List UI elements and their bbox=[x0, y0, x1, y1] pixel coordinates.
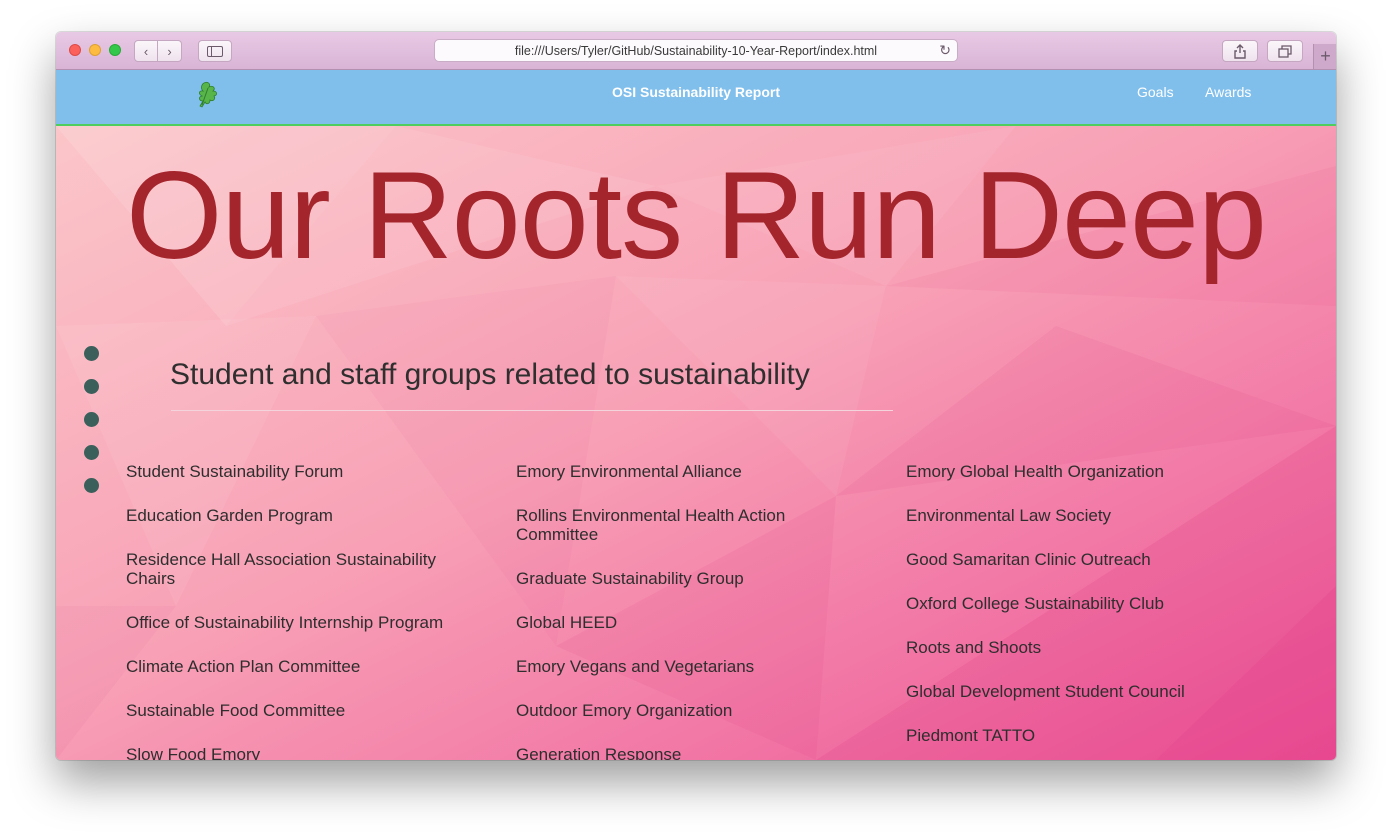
section-dot-3[interactable] bbox=[84, 412, 99, 427]
chevron-right-icon: › bbox=[167, 43, 172, 59]
sidebar-icon bbox=[207, 45, 223, 57]
close-window-button[interactable] bbox=[69, 44, 81, 56]
list-item: Office of Sustainability Internship Prog… bbox=[126, 613, 444, 632]
section-dot-nav bbox=[84, 346, 99, 511]
list-item: Outdoor Emory Organization bbox=[516, 701, 733, 720]
list-item: Good Samaritan Clinic Outreach bbox=[906, 550, 1151, 569]
list-item: Student Sustainability Forum bbox=[126, 462, 344, 481]
browser-window: ‹ › file:///Users/Tyler/GitHub/Sustainab… bbox=[56, 32, 1336, 760]
tabs-overview-icon bbox=[1278, 44, 1292, 58]
nav-link-awards[interactable]: Awards bbox=[1205, 84, 1251, 100]
address-bar[interactable]: file:///Users/Tyler/GitHub/Sustainabilit… bbox=[434, 39, 958, 62]
section-divider bbox=[171, 410, 893, 411]
list-item: Oxford College Sustainability Club bbox=[906, 594, 1164, 613]
list-item: Piedmont TATTO bbox=[906, 726, 1036, 745]
share-icon bbox=[1234, 43, 1246, 59]
section-title: Student and staff groups related to sust… bbox=[170, 358, 810, 391]
section-dot-4[interactable] bbox=[84, 445, 99, 460]
reload-icon[interactable]: ↻ bbox=[939, 42, 951, 59]
section-dot-1[interactable] bbox=[84, 346, 99, 361]
list-item: Residence Hall Association Sustainabilit… bbox=[126, 550, 436, 588]
list-item: Global HEED bbox=[516, 613, 618, 632]
list-item: Environmental Law Society bbox=[906, 506, 1112, 525]
minimize-window-button[interactable] bbox=[89, 44, 101, 56]
forward-button[interactable]: › bbox=[158, 40, 182, 62]
back-button[interactable]: ‹ bbox=[134, 40, 158, 62]
show-tabs-button[interactable] bbox=[1267, 40, 1303, 62]
hero-heading: Our Roots Run Deep bbox=[126, 147, 1267, 285]
list-item: Emory Vegans and Vegetarians bbox=[516, 657, 755, 676]
list-item: Graduate Sustainability Group bbox=[516, 569, 744, 588]
zoom-window-button[interactable] bbox=[109, 44, 121, 56]
list-item: Sustainable Food Committee bbox=[126, 701, 346, 720]
list-item: Education Garden Program bbox=[126, 506, 333, 525]
groups-column-1: Student Sustainability Forum Education G… bbox=[126, 462, 466, 760]
plus-icon: + bbox=[1320, 46, 1331, 66]
list-item: Rollins Environmental Health Action Comm… bbox=[516, 506, 786, 544]
groups-column-3: Emory Global Health Organization Environ… bbox=[906, 462, 1246, 760]
list-item: Emory Global Health Organization bbox=[906, 462, 1164, 481]
share-button[interactable] bbox=[1222, 40, 1258, 62]
list-item: Global Development Student Council bbox=[906, 682, 1185, 701]
list-item: Roots and Shoots bbox=[906, 638, 1042, 657]
nav-link-goals[interactable]: Goals bbox=[1137, 84, 1174, 100]
list-item: Emory Environmental Alliance bbox=[516, 462, 742, 481]
browser-toolbar: ‹ › file:///Users/Tyler/GitHub/Sustainab… bbox=[56, 32, 1336, 70]
list-item: Generation Response bbox=[516, 745, 682, 760]
site-nav-bar: OSI Sustainability Report Goals Awards bbox=[56, 70, 1336, 126]
section-dot-2[interactable] bbox=[84, 379, 99, 394]
list-item: Slow Food Emory bbox=[126, 745, 261, 760]
sidebar-toggle-button[interactable] bbox=[198, 40, 232, 62]
chevron-left-icon: ‹ bbox=[143, 43, 149, 59]
page-content: Our Roots Run Deep Student and staff gro… bbox=[56, 126, 1336, 760]
address-bar-url: file:///Users/Tyler/GitHub/Sustainabilit… bbox=[514, 43, 878, 58]
groups-column-2: Emory Environmental Alliance Rollins Env… bbox=[516, 462, 856, 760]
new-tab-button[interactable]: + bbox=[1313, 44, 1336, 69]
list-item: Climate Action Plan Committee bbox=[126, 657, 361, 676]
section-dot-5[interactable] bbox=[84, 478, 99, 493]
